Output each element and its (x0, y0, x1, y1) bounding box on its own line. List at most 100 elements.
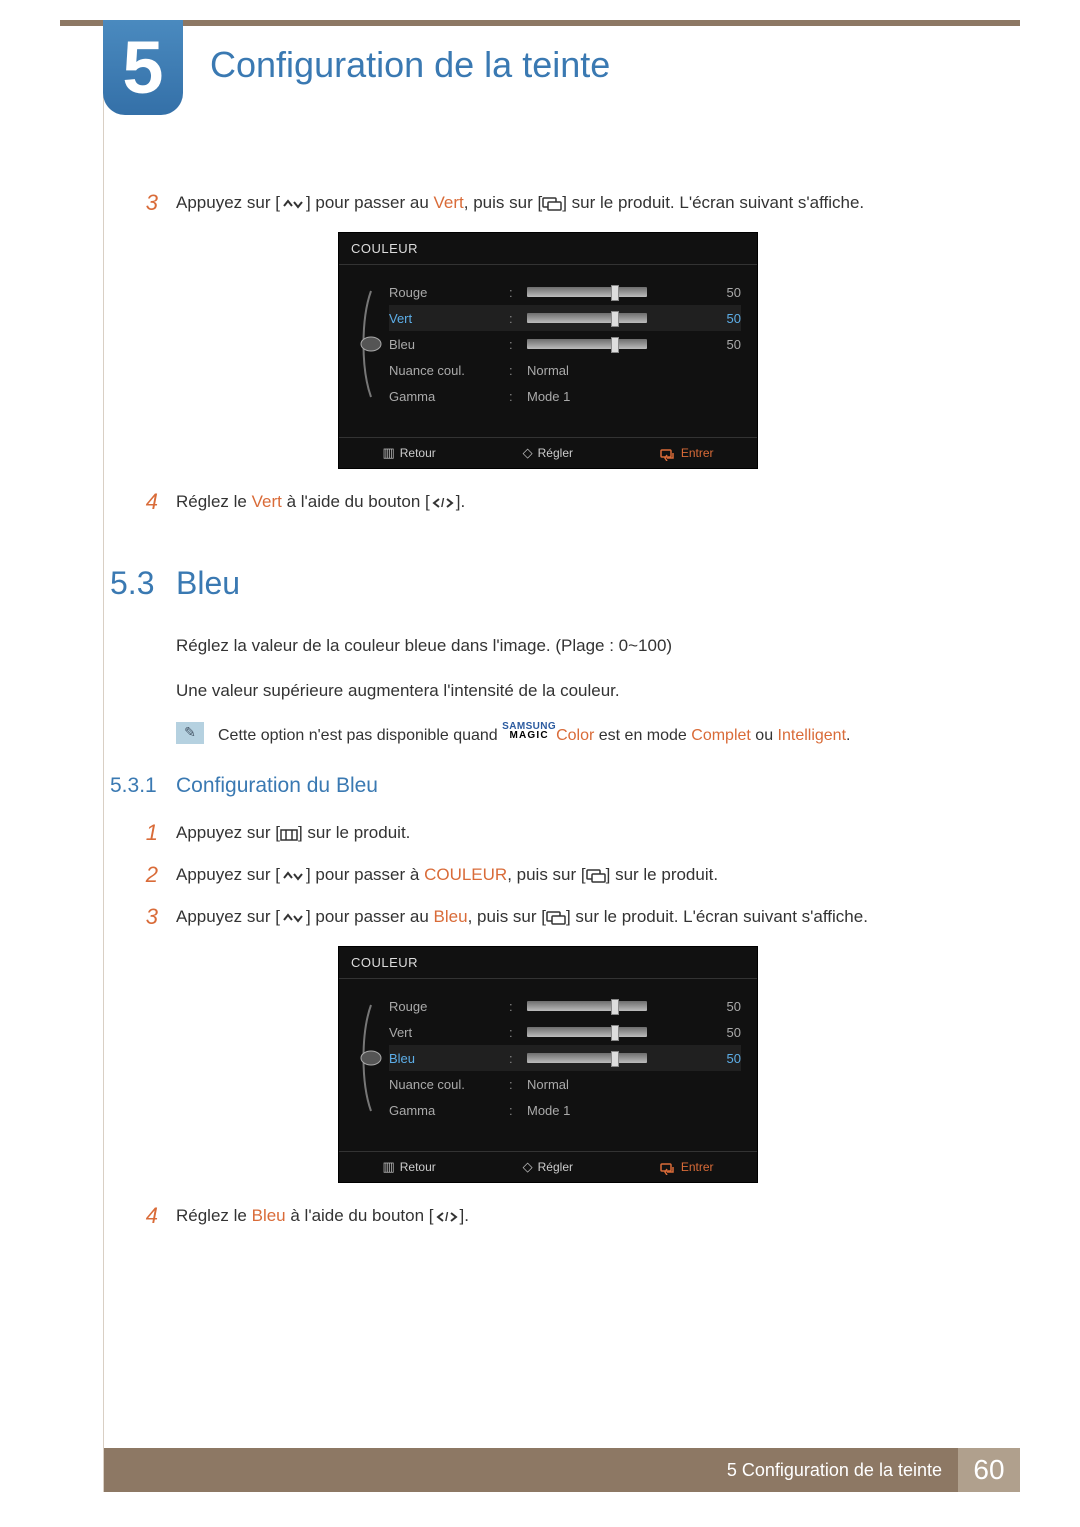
osd-rows: Rouge : 50 Vert : 50 Bleu : 50 (389, 993, 741, 1123)
step-text: Appuyez sur [ ] pour passer au Vert, puis… (176, 190, 1010, 216)
text: . (846, 727, 850, 744)
subsection-heading-5-3-1: 5.3.1 Configuration du Bleu (108, 774, 1010, 798)
note-icon: ✎ (176, 722, 204, 744)
keyword-vert: Vert (434, 193, 464, 212)
osd-footer: ▥Retour ◇Régler Entrer (339, 437, 757, 468)
step-text: Réglez le Bleu à l'aide du bouton [/]. (176, 1203, 1010, 1229)
value: Mode 1 (527, 1103, 570, 1118)
sub-step-1: 1 Appuyez sur [ ] sur le produit. (108, 820, 1010, 846)
osd-footer-regler: ◇ Régler (523, 445, 573, 461)
label: Vert (389, 311, 499, 326)
label: Gamma (389, 1103, 499, 1118)
label: Retour (400, 1160, 436, 1174)
osd-row-rouge: Rouge : 50 (389, 279, 741, 305)
note-row: ✎ Cette option n'est pas disponible quan… (176, 722, 1010, 749)
updown-icon (280, 911, 306, 925)
osd-row-gamma: Gamma : Mode 1 (389, 1097, 741, 1123)
text: est en mode (594, 727, 691, 744)
text: ] pour passer au (306, 907, 434, 926)
step-text: Réglez le Vert à l'aide du bouton [/]. (176, 489, 1010, 515)
osd-panel-vert: COULEUR Rouge : 50 Vert : 50 (338, 232, 758, 469)
osd-side-icon (353, 993, 389, 1123)
value: 50 (711, 999, 741, 1014)
value: 50 (711, 1051, 741, 1066)
text: Cette option n'est pas disponible quand (218, 727, 502, 744)
label: Vert (389, 1025, 499, 1040)
osd-footer: ▥Retour ◇ Régler Entrer (339, 1151, 757, 1182)
text: , puis sur [ (507, 865, 585, 884)
section-heading-5-3: 5.3 Bleu (108, 565, 1010, 602)
text: Appuyez sur [ (176, 823, 280, 842)
menu-icon: ▥ (382, 445, 394, 461)
step-number: 2 (108, 862, 176, 888)
text: Réglez le (176, 1206, 252, 1225)
step-text: Appuyez sur [ ] sur le produit. (176, 820, 1010, 846)
keyword-complet: Complet (691, 727, 751, 744)
osd-row-bleu: Bleu : 50 (389, 1045, 741, 1071)
osd-side-icon (353, 279, 389, 409)
osd-footer-retour: ▥Retour (382, 1159, 435, 1175)
page-content: 3 Appuyez sur [] pour passer au Vert, pu… (108, 190, 1010, 1245)
side-vertical-rule (103, 20, 104, 1492)
slider-bar (527, 1053, 647, 1063)
section-number: 5.3 (108, 565, 176, 602)
text: ] pour passer au (306, 193, 434, 212)
svg-text:/: / (445, 1210, 449, 1224)
value: 50 (711, 1025, 741, 1040)
text: ] sur le produit. L'écran suivant s'affi… (566, 907, 868, 926)
adjust-icon: ◇ (523, 445, 533, 461)
label: Rouge (389, 999, 499, 1014)
value: Normal (527, 1077, 569, 1092)
text: , puis sur [ (464, 193, 542, 212)
text: ] sur le produit. (606, 865, 718, 884)
text: ] pour passer à (306, 865, 424, 884)
slider-bar (527, 287, 647, 297)
value: Mode 1 (527, 389, 570, 404)
slider-bar (527, 1027, 647, 1037)
updown-icon (280, 197, 306, 211)
text: Réglez le (176, 492, 252, 511)
text: Appuyez sur [ (176, 193, 280, 212)
label: Rouge (389, 285, 499, 300)
para-intensity: Une valeur supérieure augmentera l'inten… (176, 677, 1010, 706)
leftright-icon: / (430, 496, 456, 510)
label: Bleu (389, 337, 499, 352)
sub-step-4: 4 Réglez le Bleu à l'aide du bouton [/]. (108, 1203, 1010, 1229)
label: Régler (538, 1160, 573, 1174)
osd-row-rouge: Rouge : 50 (389, 993, 741, 1019)
subsection-number: 5.3.1 (108, 774, 176, 798)
step-text: Appuyez sur [ ] pour passer au Bleu, puis… (176, 904, 1010, 930)
osd-row-nuance: Nuance coul. : Normal (389, 357, 741, 383)
svg-text:/: / (441, 496, 445, 510)
osd-footer-retour: ▥ Retour (382, 445, 435, 461)
text: ]. (456, 492, 465, 511)
keyword-color: Color (556, 727, 594, 744)
text: à l'aide du bouton [ (282, 492, 430, 511)
label: Entrer (681, 1160, 714, 1174)
text: Appuyez sur [ (176, 907, 280, 926)
slider-bar (527, 339, 647, 349)
label: Retour (400, 446, 436, 460)
value: Normal (527, 363, 569, 378)
footer-page-number: 60 (958, 1448, 1020, 1492)
label: Régler (538, 446, 573, 460)
step-number: 1 (108, 820, 176, 846)
keyword-bleu: Bleu (252, 1206, 286, 1225)
osd-rows: Rouge : 50 Vert : 50 Bleu : 50 (389, 279, 741, 409)
updown-icon (280, 869, 306, 883)
label: Bleu (389, 1051, 499, 1066)
enter-icon (586, 869, 606, 883)
chapter-number-badge: 5 (103, 20, 183, 115)
enter-icon (542, 197, 562, 211)
subsection-title: Configuration du Bleu (176, 774, 378, 798)
step-number: 4 (108, 489, 176, 515)
adjust-icon: ◇ (523, 1159, 533, 1175)
keyword-bleu: Bleu (434, 907, 468, 926)
value: 50 (711, 285, 741, 300)
label: Gamma (389, 389, 499, 404)
text: ] sur le produit. (298, 823, 410, 842)
text: , puis sur [ (468, 907, 546, 926)
label: Nuance coul. (389, 1077, 499, 1092)
top-step-3: 3 Appuyez sur [] pour passer au Vert, pu… (108, 190, 1010, 216)
para-description: Réglez la valeur de la couleur bleue dan… (176, 632, 1010, 661)
